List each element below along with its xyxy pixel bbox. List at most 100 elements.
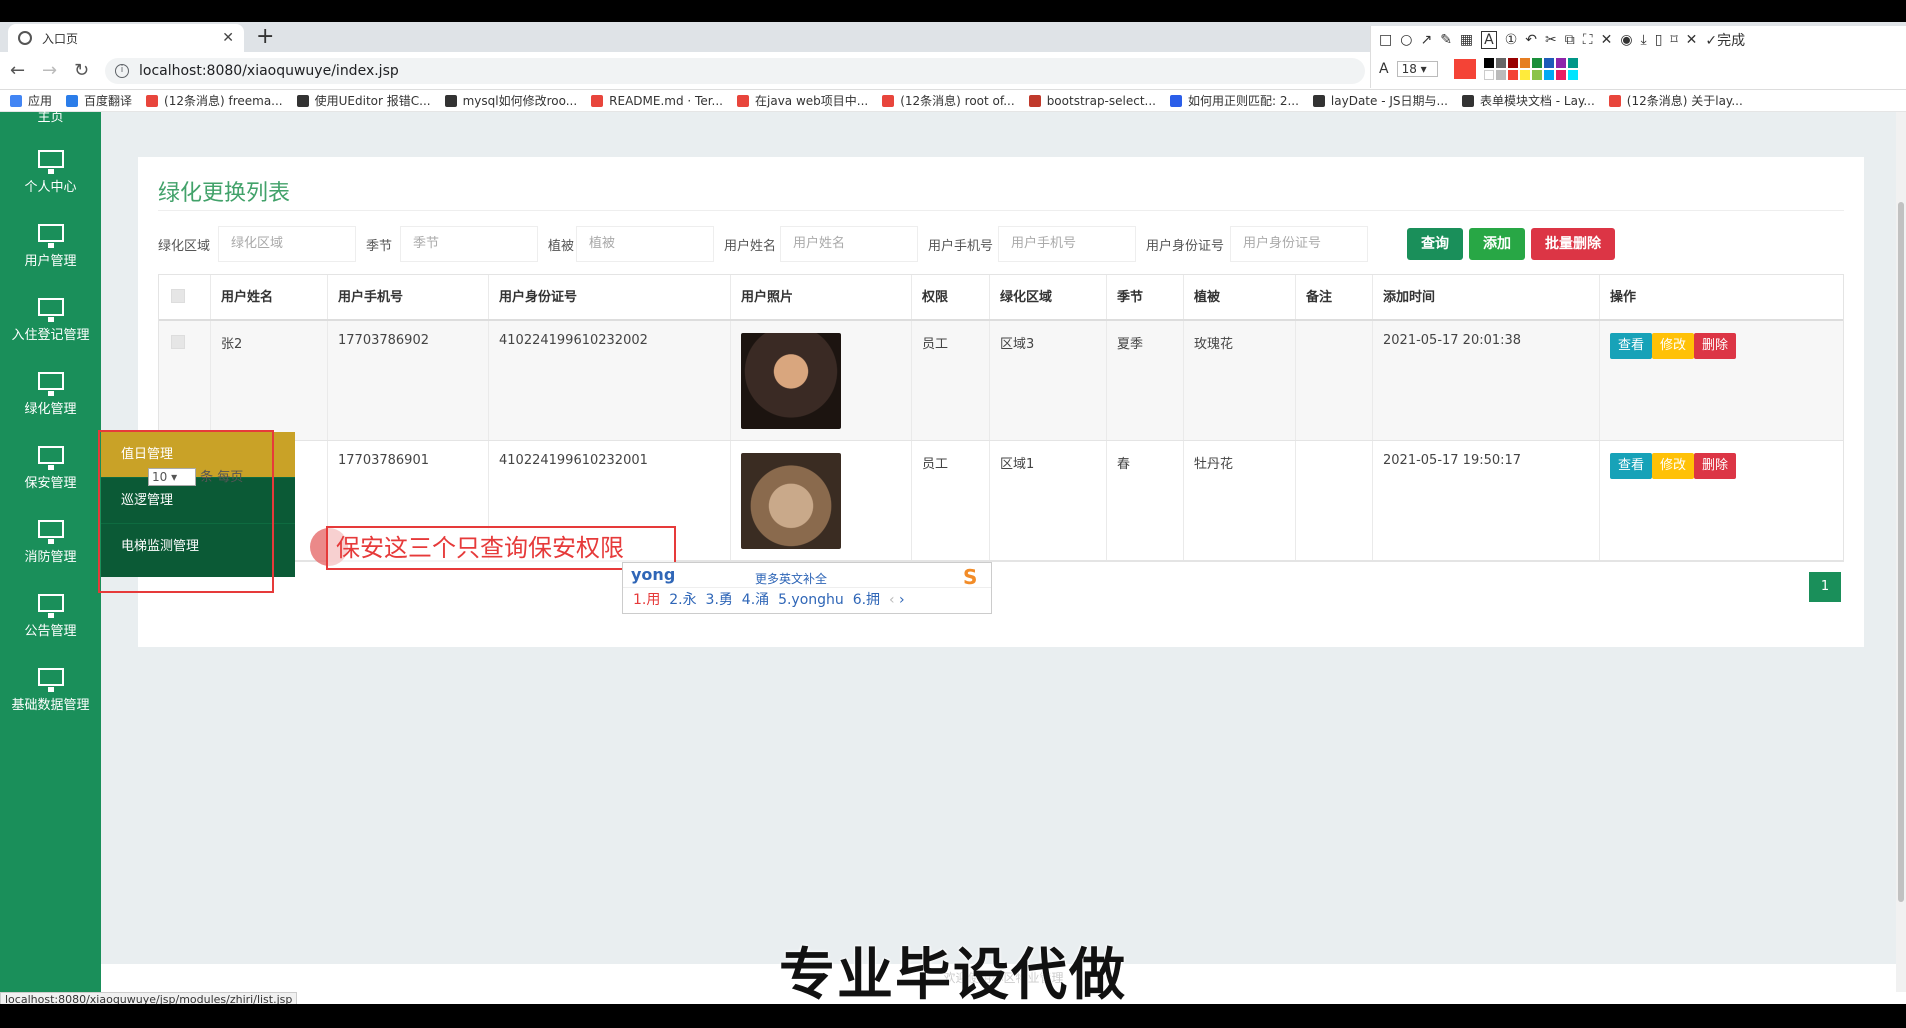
phone-input[interactable]: 用户手机号: [998, 226, 1136, 262]
arrow-tool-icon[interactable]: ↗: [1420, 32, 1432, 48]
monitor-icon: [37, 372, 64, 396]
bookmark-item[interactable]: layDate - JS日期与...: [1312, 92, 1448, 109]
cell-plant: 牡丹花: [1184, 441, 1296, 560]
sidebar-item-home[interactable]: 主页: [0, 106, 101, 125]
record-icon[interactable]: ◉: [1620, 32, 1632, 48]
label-idcard: 用户身份证号: [1146, 239, 1225, 254]
ocr-icon[interactable]: ⧉: [1565, 32, 1575, 48]
ime-prev-icon[interactable]: ‹: [885, 592, 895, 608]
mosaic-tool-icon[interactable]: ▦: [1460, 32, 1473, 48]
cell-actions: 查看 修改 删除: [1600, 321, 1844, 440]
view-button[interactable]: 查看: [1610, 333, 1653, 359]
text-tool-icon[interactable]: A: [1481, 31, 1497, 49]
edit-button[interactable]: 修改: [1652, 453, 1695, 479]
ime-next-icon[interactable]: ›: [899, 592, 905, 608]
cell-season: 春: [1107, 441, 1184, 560]
reload-icon[interactable]: ↻: [74, 60, 89, 81]
bookmark-item[interactable]: 使用UEditor 报错C...: [296, 92, 431, 109]
scrollbar-thumb[interactable]: [1898, 202, 1904, 902]
number-tool-icon[interactable]: ①: [1505, 32, 1518, 48]
cell-time: 2021-05-17 20:01:38: [1373, 321, 1600, 440]
username-input[interactable]: 用户姓名: [780, 226, 918, 262]
page-size-select[interactable]: 10 ▾: [148, 468, 196, 486]
done-button[interactable]: ✓完成: [1705, 30, 1745, 50]
rect-tool-icon[interactable]: □: [1379, 32, 1392, 48]
view-button[interactable]: 查看: [1610, 453, 1653, 479]
batch-delete-button[interactable]: 批量删除: [1531, 228, 1615, 260]
close-icon[interactable]: ✕: [222, 30, 234, 46]
ime-candidate[interactable]: 6.拥: [853, 592, 880, 608]
search-form: 绿化区域 绿化区域 季节 季节 植被 植被 用户姓名 用户姓名 用户手机号 用户…: [158, 226, 1558, 262]
new-tab-button[interactable]: +: [256, 24, 274, 50]
current-color-swatch[interactable]: [1453, 59, 1476, 79]
pin-icon[interactable]: ✂: [1545, 32, 1557, 48]
color-palette[interactable]: [1483, 58, 1578, 80]
scrollbar[interactable]: [1896, 112, 1906, 992]
sidebar-item[interactable]: 用户管理: [0, 212, 101, 282]
bookmark-item[interactable]: 在java web项目中...: [737, 92, 868, 109]
circle-tool-icon[interactable]: ○: [1400, 32, 1412, 48]
monitor-icon: [37, 150, 64, 174]
sidebar-item[interactable]: 消防管理: [0, 508, 101, 578]
delete-button[interactable]: 删除: [1694, 453, 1737, 479]
cell-role: 员工: [912, 321, 990, 440]
ime-candidate[interactable]: 3.勇: [706, 592, 733, 608]
header-name: 用户姓名: [211, 275, 328, 319]
bookmark-item[interactable]: 如何用正则匹配: 2...: [1169, 92, 1299, 109]
row-checkbox[interactable]: [171, 335, 185, 349]
back-icon[interactable]: ←: [10, 60, 25, 81]
bookmark-label: (12条消息) 关于lay...: [1626, 94, 1743, 108]
bookmark-item[interactable]: mysql如何修改roo...: [444, 92, 577, 109]
label-phone: 用户手机号: [928, 239, 994, 254]
url-field[interactable]: i localhost:8080/xiaoquwuye/index.jsp: [105, 58, 1365, 84]
bookmark-icon[interactable]: ⌑: [1670, 32, 1677, 48]
add-button[interactable]: 添加: [1469, 228, 1525, 260]
bookmark-item[interactable]: 表单模块文档 - Lay...: [1461, 92, 1595, 109]
bookmark-item[interactable]: README.md · Ter...: [591, 94, 723, 108]
delete-button[interactable]: 删除: [1694, 333, 1737, 359]
bookmark-icon: [296, 94, 309, 107]
forward-icon[interactable]: →: [42, 60, 57, 81]
bookmark-item[interactable]: (12条消息) freema...: [146, 92, 283, 109]
header-area: 绿化区域: [990, 275, 1107, 319]
sidebar-item[interactable]: 入住登记管理: [0, 286, 101, 356]
bookmark-item[interactable]: (12条消息) 关于lay...: [1608, 92, 1743, 109]
plant-input[interactable]: 植被: [576, 226, 714, 262]
header-note: 备注: [1296, 275, 1373, 319]
area-input[interactable]: 绿化区域: [218, 226, 356, 262]
sidebar-item[interactable]: 保安管理: [0, 434, 101, 504]
sidebar-item[interactable]: 公告管理: [0, 582, 101, 652]
save-icon[interactable]: ▯: [1655, 32, 1663, 48]
sidebar-item[interactable]: 个人中心: [0, 138, 101, 208]
ime-candidate[interactable]: 5.yonghu: [778, 592, 844, 608]
sidebar-item[interactable]: 绿化管理: [0, 360, 101, 430]
pen-tool-icon[interactable]: ✎: [1440, 32, 1452, 48]
cancel-icon[interactable]: ✕: [1686, 32, 1698, 48]
edit-button[interactable]: 修改: [1652, 333, 1695, 359]
font-size-select[interactable]: 18 ▾: [1396, 61, 1438, 77]
download-icon[interactable]: ⤓: [1641, 32, 1647, 48]
select-all-checkbox[interactable]: [171, 289, 185, 303]
page-size-control: 10 ▾ 条 每页: [148, 466, 243, 486]
ime-candidate[interactable]: 2.永: [669, 592, 696, 608]
sidebar-item-label: 公告管理: [24, 624, 77, 639]
sidebar: 主页 个人中心 用户管理 入住登记管理 绿化管理 保安管理 消防管理 公告管理 基础数据管理: [0, 110, 101, 992]
browser-tab[interactable]: 入口页 ✕: [8, 24, 244, 52]
translate-icon[interactable]: ✕: [1601, 32, 1613, 48]
bookmark-item[interactable]: bootstrap-select...: [1028, 94, 1156, 108]
pagination-page-1[interactable]: 1: [1809, 572, 1841, 602]
idcard-input[interactable]: 用户身份证号: [1230, 226, 1368, 262]
undo-icon[interactable]: ↶: [1525, 32, 1537, 48]
ime-candidate[interactable]: 1.用: [633, 592, 660, 608]
tab-title: 入口页: [42, 31, 79, 46]
scan-icon[interactable]: ⛶: [1583, 32, 1593, 48]
ime-more-link[interactable]: 更多英文补全: [755, 567, 827, 591]
ime-candidate[interactable]: 4.涌: [742, 592, 769, 608]
sidebar-item-label: 消防管理: [24, 550, 77, 565]
sidebar-item[interactable]: 基础数据管理: [0, 656, 101, 726]
query-button[interactable]: 查询: [1407, 228, 1463, 260]
cell-time: 2021-05-17 19:50:17: [1373, 441, 1600, 560]
info-icon[interactable]: i: [115, 64, 129, 78]
season-input[interactable]: 季节: [400, 226, 538, 262]
bookmark-item[interactable]: (12条消息) root of...: [882, 92, 1015, 109]
